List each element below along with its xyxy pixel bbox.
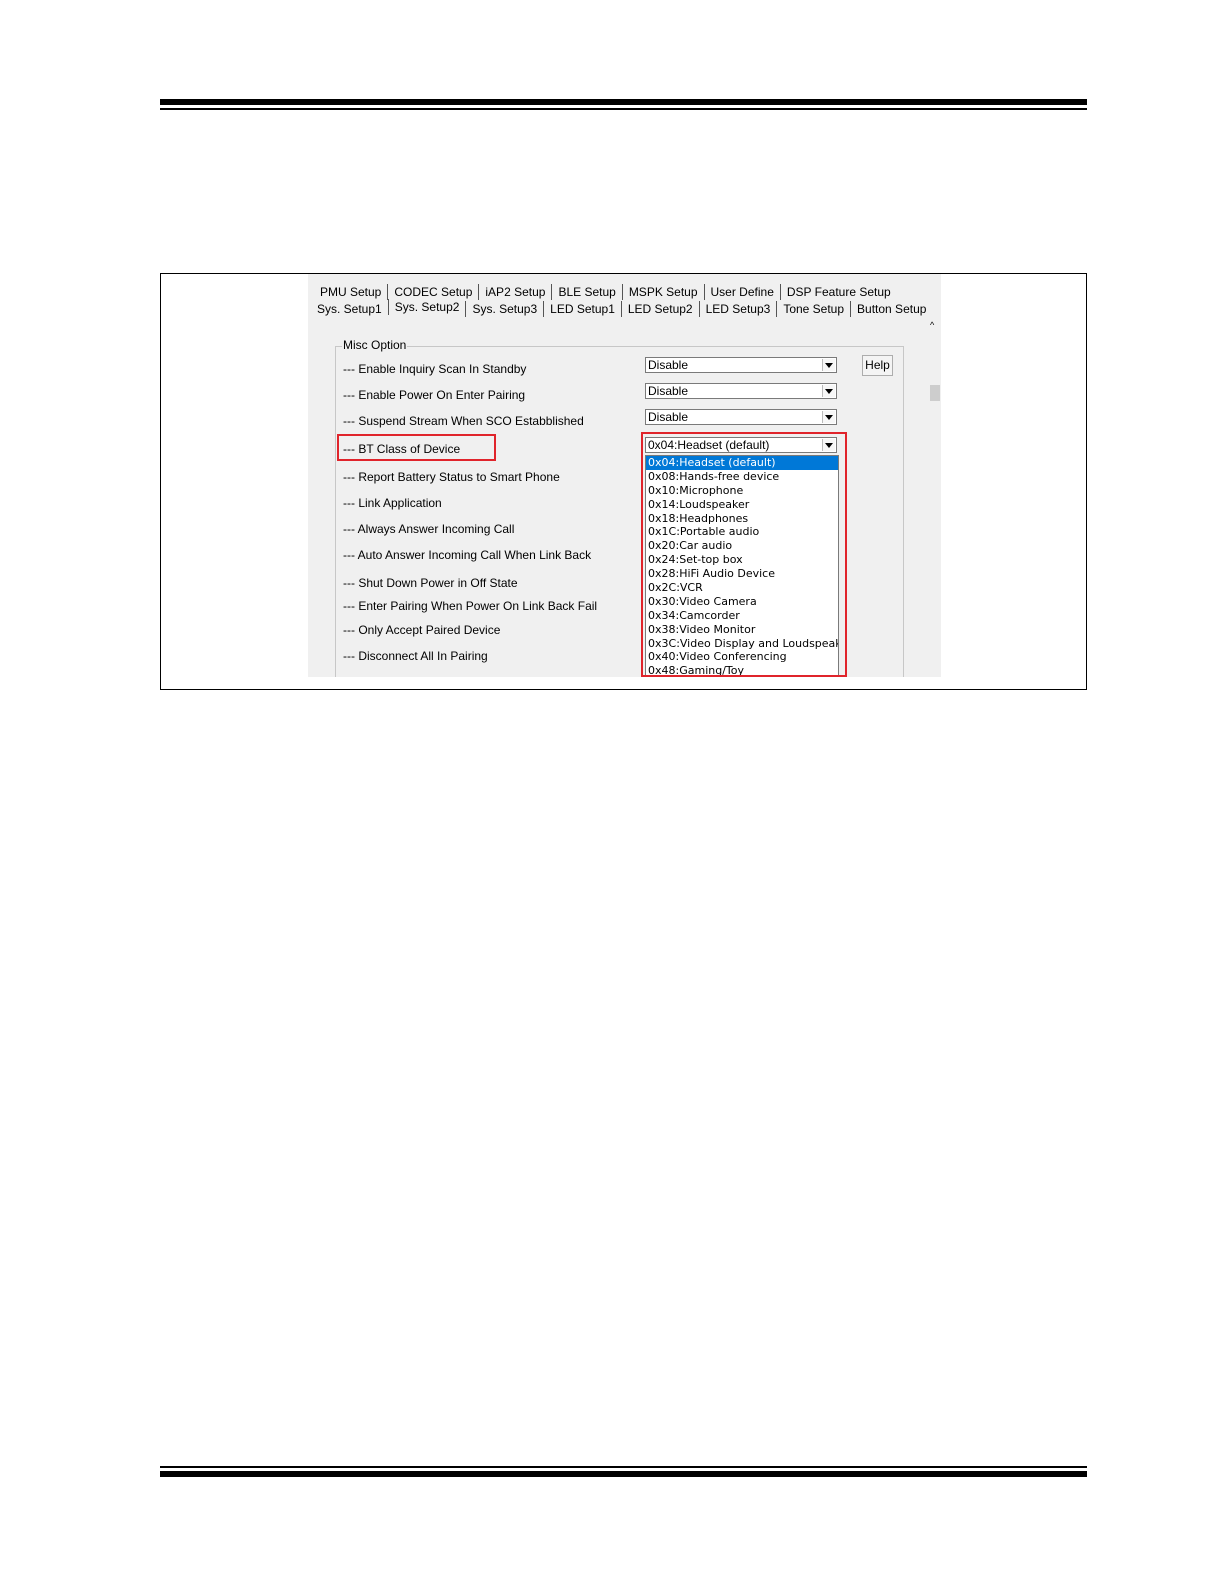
combo-suspend-stream[interactable]: Disable — [645, 409, 837, 425]
header-rule-thick — [160, 99, 1087, 105]
combo-value: Disable — [648, 358, 689, 372]
tab-codec-setup[interactable]: CODEC Setup — [387, 283, 478, 300]
highlight-box-bt-cod-label — [337, 434, 496, 461]
combo-power-on-pairing[interactable]: Disable — [645, 383, 837, 399]
tab-led-setup2[interactable]: LED Setup2 — [620, 300, 699, 317]
figure-frame: PMU Setup CODEC Setup iAP2 Setup BLE Set… — [160, 273, 1087, 690]
tab-user-define[interactable]: User Define — [703, 283, 780, 300]
option-link-application: --- Link Application — [343, 496, 442, 510]
tab-mspk-setup[interactable]: MSPK Setup — [621, 283, 704, 300]
option-always-answer-call: --- Always Answer Incoming Call — [343, 522, 515, 536]
tab-led-setup1[interactable]: LED Setup1 — [543, 300, 621, 317]
tab-sys-setup3[interactable]: Sys. Setup3 — [465, 300, 543, 317]
dropdown-arrow-icon[interactable] — [822, 385, 835, 397]
group-title: Misc Option — [342, 338, 408, 352]
combo-value: Disable — [648, 410, 689, 424]
tab-row-2: Sys. Setup1 Sys. Setup2 Sys. Setup3 LED … — [311, 298, 932, 317]
tab-ble-setup[interactable]: BLE Setup — [551, 283, 621, 300]
tab-led-setup3[interactable]: LED Setup3 — [698, 300, 777, 317]
scroll-up-arrow-icon[interactable]: ^ — [930, 320, 934, 330]
combo-value: Disable — [648, 384, 689, 398]
header-rule-thin — [160, 108, 1087, 110]
dropdown-arrow-icon[interactable] — [822, 411, 835, 423]
combo-inquiry-scan[interactable]: Disable — [645, 357, 837, 373]
option-disconnect-all-pairing: --- Disconnect All In Pairing — [343, 649, 488, 663]
option-suspend-stream-sco: --- Suspend Stream When SCO Estabblished — [343, 414, 584, 428]
option-shut-down-power-off: --- Shut Down Power in Off State — [343, 576, 518, 590]
help-button[interactable]: Help — [862, 355, 893, 376]
option-enter-pairing-link-back-fail: --- Enter Pairing When Power On Link Bac… — [343, 599, 598, 613]
config-tool-window: PMU Setup CODEC Setup iAP2 Setup BLE Set… — [308, 274, 941, 677]
option-enable-inquiry-scan: --- Enable Inquiry Scan In Standby — [343, 362, 527, 376]
option-enable-power-on-pairing: --- Enable Power On Enter Pairing — [343, 388, 526, 402]
option-report-battery-status: --- Report Battery Status to Smart Phone — [343, 470, 560, 484]
highlight-box-cod-dropdown — [641, 432, 847, 677]
footer-rule-thick — [160, 1471, 1087, 1477]
tab-sys-setup2[interactable]: Sys. Setup2 — [387, 298, 466, 315]
tab-row-1: PMU Setup CODEC Setup iAP2 Setup BLE Set… — [314, 283, 897, 300]
tab-tone-setup[interactable]: Tone Setup — [776, 300, 850, 317]
option-only-accept-paired: --- Only Accept Paired Device — [343, 623, 501, 637]
tab-pmu-setup[interactable]: PMU Setup — [314, 284, 387, 300]
option-auto-answer-link-back: --- Auto Answer Incoming Call When Link … — [343, 548, 592, 562]
tab-dsp-feature-setup[interactable]: DSP Feature Setup — [779, 283, 897, 300]
tab-button-setup[interactable]: Button Setup — [850, 300, 932, 317]
scrollbar-thumb[interactable] — [930, 385, 940, 401]
footer-rule-thin — [160, 1466, 1087, 1468]
tab-iap2-setup[interactable]: iAP2 Setup — [478, 283, 551, 300]
tab-sys-setup1[interactable]: Sys. Setup1 — [311, 301, 388, 317]
dropdown-arrow-icon[interactable] — [822, 359, 835, 371]
